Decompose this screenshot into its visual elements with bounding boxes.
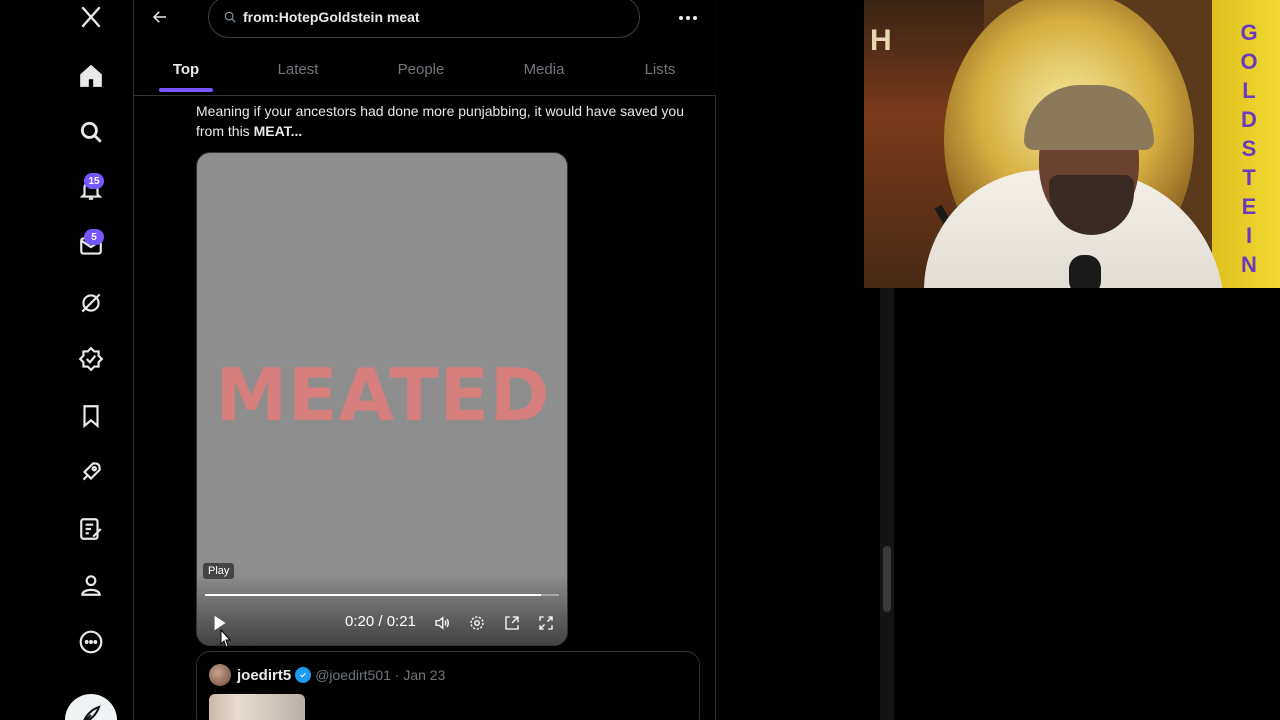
banner-letter: S [1241, 136, 1257, 161]
tab-lists[interactable]: Lists [608, 52, 712, 86]
quoted-post[interactable]: joedirt5 @joedirt501 · Jan 23 [196, 651, 700, 720]
gear-icon [470, 616, 484, 630]
back-arrow-icon [152, 11, 166, 23]
banner-letter: I [1245, 223, 1253, 248]
volume-icon [435, 616, 449, 630]
more-dots-icon [679, 16, 683, 20]
play-tooltip: Play [203, 563, 235, 579]
more-options-button[interactable] [676, 8, 700, 28]
banner-letter: G [1240, 20, 1258, 45]
banner-letter: L [1242, 78, 1256, 103]
banner-letter: N [1241, 252, 1257, 277]
microphone-icon [1069, 255, 1101, 288]
avatar[interactable] [209, 664, 231, 686]
volume-button[interactable] [431, 611, 453, 635]
search-input[interactable] [243, 9, 623, 25]
more-icon[interactable] [66, 617, 116, 667]
video-controls [197, 573, 567, 645]
bookmarks-icon[interactable] [66, 391, 116, 441]
quoted-media-thumbnail[interactable] [209, 694, 305, 720]
grok-icon[interactable] [66, 278, 116, 328]
tab-people[interactable]: People [369, 52, 473, 86]
tab-latest[interactable]: Latest [246, 52, 350, 86]
articles-icon[interactable] [66, 504, 116, 554]
banner-letter: E [1241, 194, 1257, 219]
messages-badge: 5 [84, 229, 104, 245]
compose-icon [83, 705, 101, 720]
quoted-author-handle-date: @joedirt501 · Jan 23 [315, 667, 446, 683]
search-box[interactable] [208, 0, 640, 38]
video-player[interactable]: MEATED Play 0:20 / 0:21 [196, 152, 568, 646]
verified-icon[interactable] [66, 334, 116, 384]
search-icon [224, 11, 236, 23]
banner-text: GOLDSTEIN [1234, 18, 1264, 279]
banner-letter: T [1242, 165, 1256, 190]
settings-button[interactable] [466, 611, 488, 635]
verified-badge-icon [295, 667, 312, 683]
back-button[interactable] [148, 5, 172, 29]
video-overlay-text: MEATED [215, 353, 551, 437]
fullscreen-button[interactable] [535, 611, 557, 635]
banner-letter: O [1240, 49, 1258, 74]
quoted-author-name[interactable]: joedirt5 [237, 667, 291, 684]
dock-icon [505, 616, 519, 630]
post-text: Meaning if your ancestors had done more … [196, 101, 706, 141]
home-icon[interactable] [66, 51, 116, 101]
search-header: Top Latest People Media Lists [134, 0, 716, 96]
docked-player-button[interactable] [501, 611, 523, 635]
webcam-corner-letter: H [870, 24, 892, 57]
profile-icon[interactable] [66, 560, 116, 610]
post-text-bold: MEAT... [253, 123, 303, 139]
scrollbar-thumb[interactable] [883, 546, 891, 612]
rocket-icon[interactable] [66, 447, 116, 497]
banner-letter: D [1241, 107, 1257, 132]
notifications-icon[interactable] [66, 164, 116, 214]
video-progress-fill [205, 594, 542, 596]
x-logo-icon[interactable] [66, 0, 116, 42]
page-scrollbar[interactable] [880, 288, 894, 720]
webcam-overlay: GOLDSTEIN H [864, 0, 1280, 288]
video-progress-bar[interactable] [205, 594, 559, 596]
left-nav: 15 5 [0, 0, 134, 720]
main-column: Top Latest People Media Lists Meaning if… [134, 0, 716, 720]
explore-icon[interactable] [66, 107, 116, 157]
tab-media[interactable]: Media [492, 52, 596, 86]
compose-button[interactable] [65, 694, 117, 720]
notifications-badge: 15 [84, 173, 104, 189]
tab-top[interactable]: Top [134, 52, 238, 86]
mouse-cursor-icon [220, 629, 232, 648]
video-time: 0:20 / 0:21 [345, 613, 416, 630]
fullscreen-icon [539, 616, 553, 630]
quoted-post-header: joedirt5 @joedirt501 · Jan 23 [209, 664, 445, 686]
active-tab-indicator [159, 88, 213, 92]
